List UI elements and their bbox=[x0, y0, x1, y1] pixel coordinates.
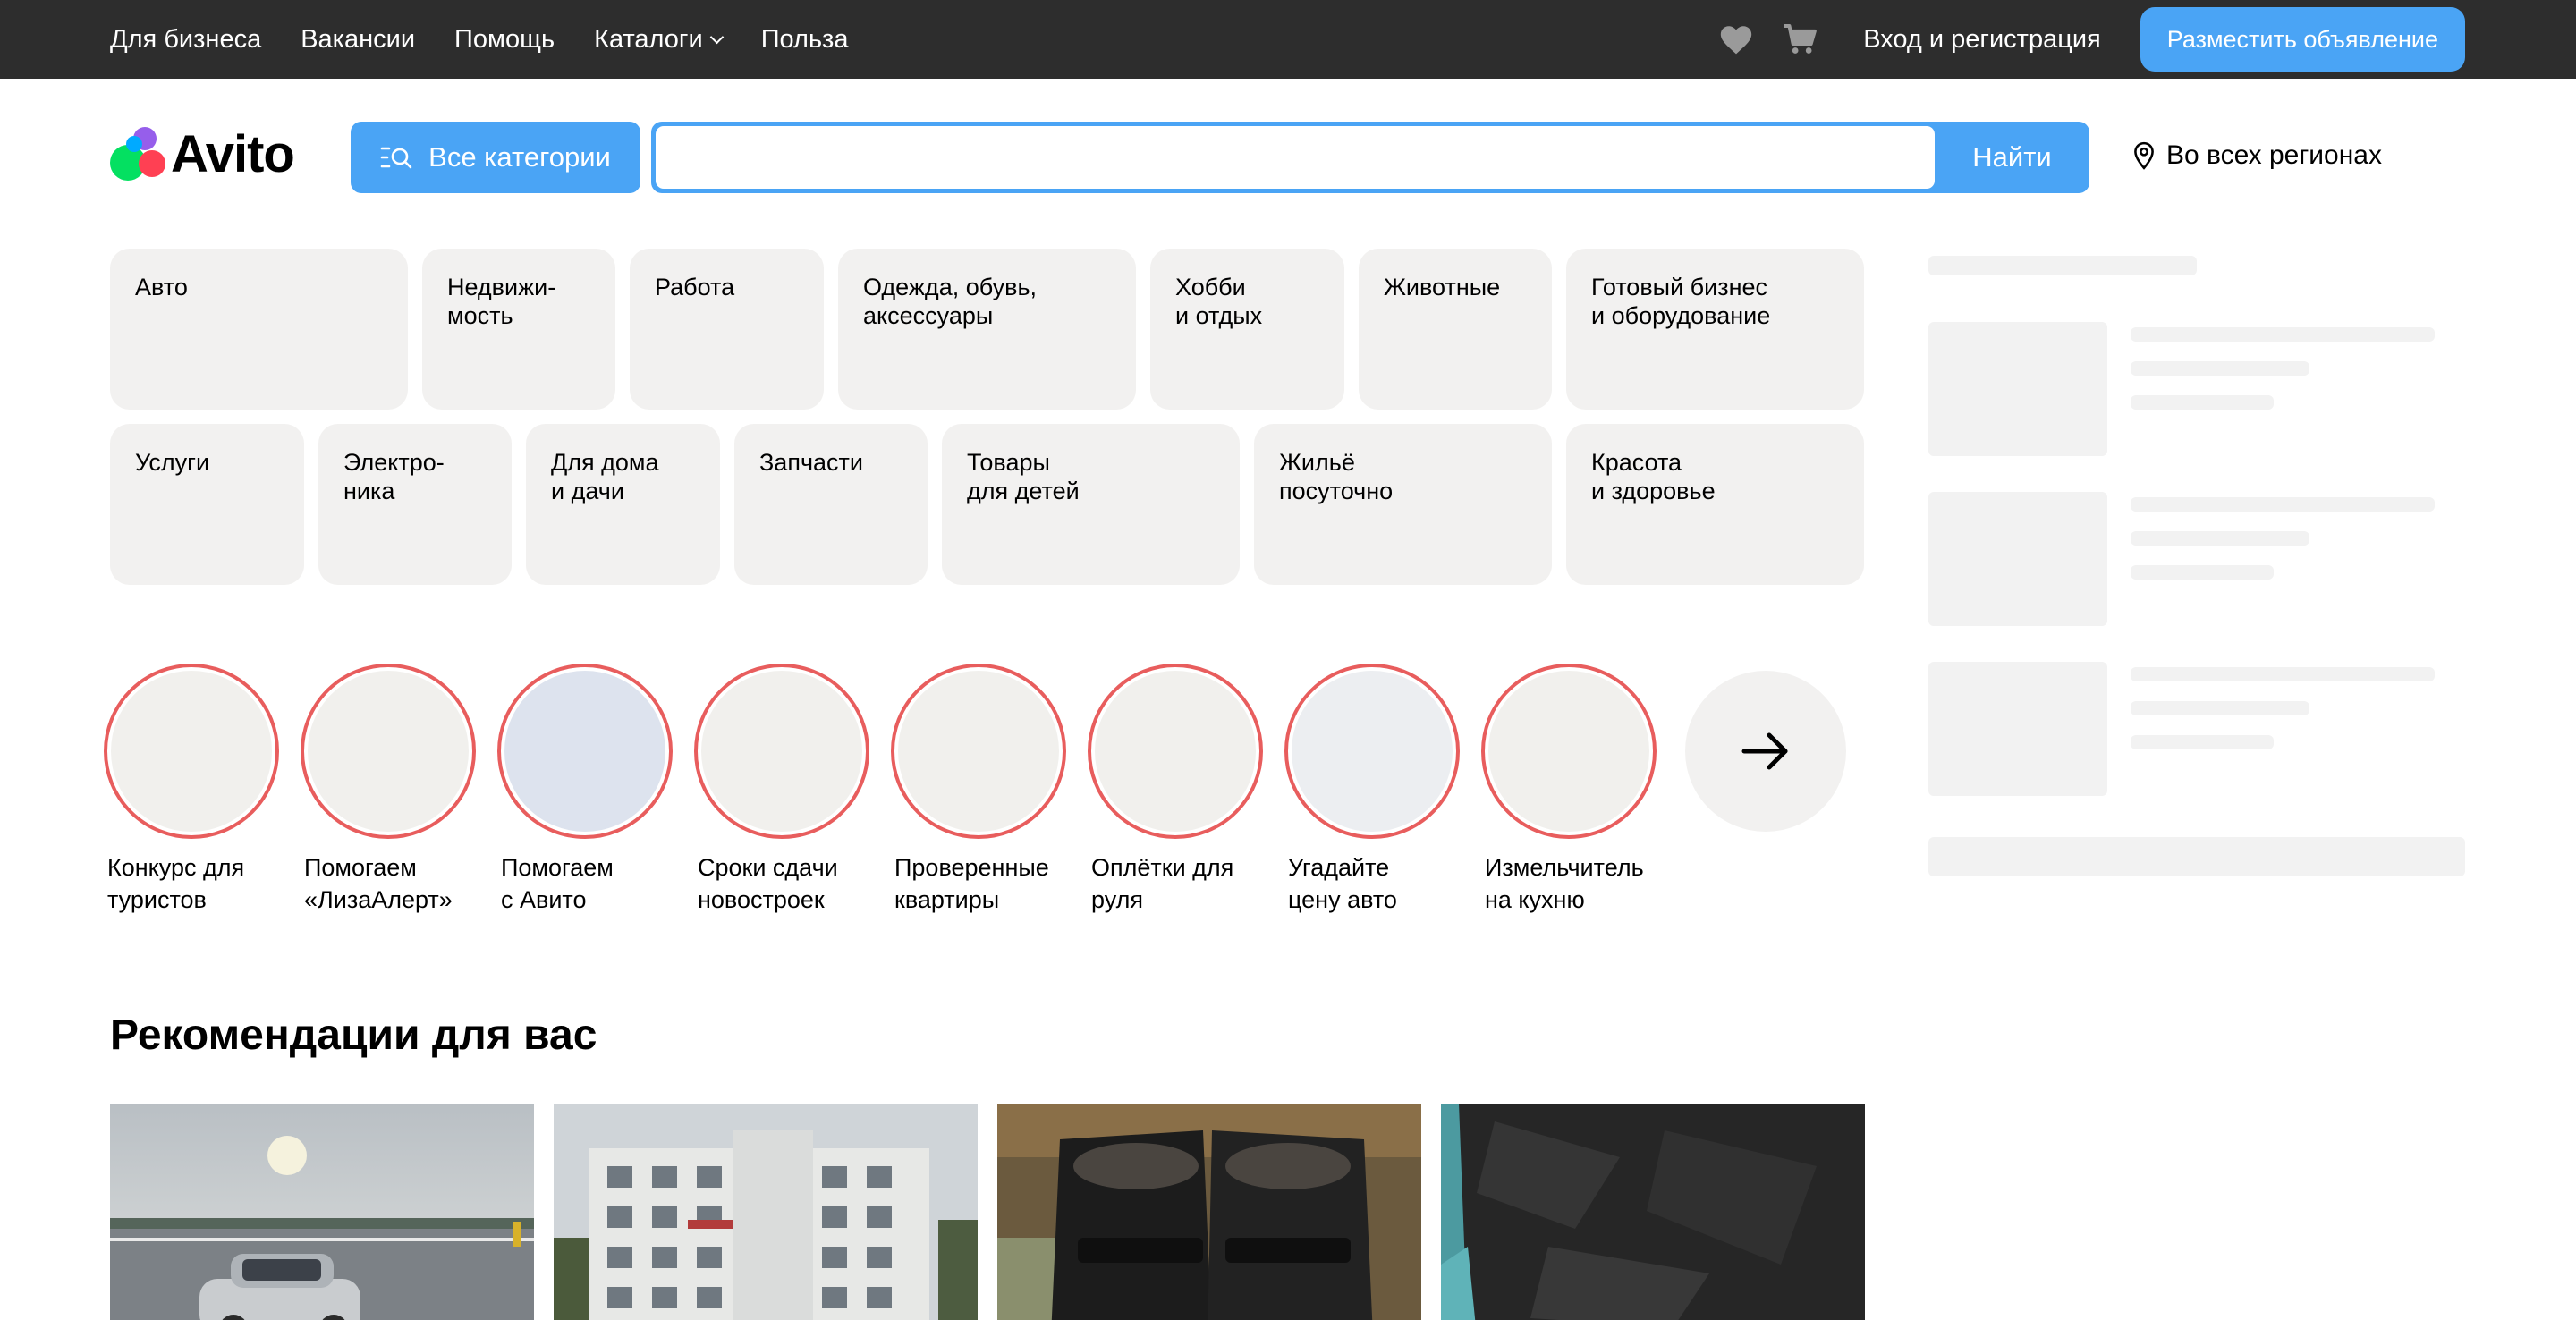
skeleton-line bbox=[2131, 531, 2309, 546]
story-item-help-avito[interactable]: Помогаем с Авито bbox=[497, 664, 676, 916]
category-tile-business[interactable]: Готовый бизнес и оборудование bbox=[1566, 249, 1864, 410]
story-thumbnail bbox=[1488, 671, 1649, 832]
skeleton-banner bbox=[1928, 837, 2465, 876]
story-thumbnail bbox=[308, 671, 469, 832]
skeleton-line bbox=[2131, 395, 2274, 410]
product-image-shoes bbox=[997, 1104, 1421, 1320]
search-bar: Найти bbox=[651, 122, 2089, 193]
nav-link-business[interactable]: Для бизнеса bbox=[110, 25, 261, 55]
top-bar: Для бизнеса Вакансии Помощь Каталоги Пол… bbox=[0, 0, 2576, 79]
nav-link-vacancies[interactable]: Вакансии bbox=[301, 25, 415, 55]
skeleton-line bbox=[2131, 497, 2435, 512]
category-tile-daily-rent[interactable]: Жильё посуточно bbox=[1254, 424, 1552, 585]
skeleton-line bbox=[2131, 735, 2274, 749]
nav-link-catalogs[interactable]: Каталоги bbox=[594, 25, 724, 55]
story-ring bbox=[891, 664, 1066, 839]
stories-next-button[interactable] bbox=[1685, 671, 1846, 832]
product-image-black-bag bbox=[1441, 1104, 1865, 1320]
skeleton-line bbox=[2131, 327, 2435, 342]
category-tile-beauty[interactable]: Красота и здоровье bbox=[1566, 424, 1864, 585]
login-link[interactable]: Вход и регистрация bbox=[1863, 25, 2101, 55]
all-categories-button[interactable]: Все категории bbox=[351, 122, 640, 193]
avito-logo[interactable]: Avito bbox=[110, 124, 295, 183]
story-item-tourists[interactable]: Конкурс для туристов bbox=[104, 664, 283, 916]
search-input[interactable] bbox=[656, 126, 1935, 189]
story-thumbnail bbox=[1095, 671, 1256, 832]
category-tile-home[interactable]: Для дома и дачи bbox=[526, 424, 720, 585]
story-ring bbox=[1284, 664, 1460, 839]
story-thumbnail bbox=[701, 671, 862, 832]
category-tile-jobs[interactable]: Работа bbox=[630, 249, 824, 410]
nav-link-help[interactable]: Помощь bbox=[454, 25, 555, 55]
product-image-car bbox=[110, 1104, 534, 1320]
skeleton-title bbox=[1928, 256, 2197, 275]
story-ring bbox=[1481, 664, 1657, 839]
category-tile-kids[interactable]: Товары для детей bbox=[942, 424, 1240, 585]
category-tile-clothing[interactable]: Одежда, обувь, аксессуары bbox=[838, 249, 1136, 410]
top-right-actions: Вход и регистрация Разместить объявление bbox=[1716, 0, 2465, 79]
story-item-lizaalert[interactable]: Помогаем «ЛизаАлерт» bbox=[301, 664, 479, 916]
story-thumbnail bbox=[1292, 671, 1453, 832]
top-nav: Для бизнеса Вакансии Помощь Каталоги Пол… bbox=[110, 0, 887, 79]
skeleton-line bbox=[2131, 667, 2435, 681]
skeleton-line bbox=[2131, 701, 2309, 715]
category-tile-auto[interactable]: Авто bbox=[110, 249, 408, 410]
skeleton-line bbox=[2131, 361, 2309, 376]
nav-link-benefit[interactable]: Польза bbox=[761, 25, 849, 55]
search-button[interactable]: Найти bbox=[1935, 122, 2089, 193]
logo-text: Avito bbox=[171, 124, 295, 183]
story-item-guess-price[interactable]: Угадайте цену авто bbox=[1284, 664, 1463, 916]
category-tile-animals[interactable]: Животные bbox=[1359, 249, 1552, 410]
skeleton-thumbnail bbox=[1928, 492, 2107, 626]
arrow-right-icon bbox=[1741, 732, 1788, 770]
logo-dots-icon bbox=[110, 125, 167, 182]
product-card-car[interactable] bbox=[110, 1104, 534, 1320]
category-tile-parts[interactable]: Запчасти bbox=[734, 424, 928, 585]
story-ring bbox=[694, 664, 869, 839]
story-item-verified-flats[interactable]: Проверенные квартиры bbox=[891, 664, 1070, 916]
categories-search-icon bbox=[380, 147, 412, 169]
cart-icon[interactable] bbox=[1781, 20, 1820, 59]
recommendations-title: Рекомендации для вас bbox=[110, 1011, 597, 1059]
story-item-new-buildings[interactable]: Сроки сдачи новостроек bbox=[694, 664, 873, 916]
category-tile-services[interactable]: Услуги bbox=[110, 424, 304, 585]
product-card-bag[interactable] bbox=[1441, 1104, 1865, 1320]
location-pin-icon bbox=[2134, 141, 2154, 170]
product-image-apartment-building bbox=[554, 1104, 978, 1320]
story-thumbnail bbox=[504, 671, 665, 832]
skeleton-thumbnail bbox=[1928, 322, 2107, 456]
skeleton-line bbox=[2131, 565, 2274, 580]
story-item-wheel-covers[interactable]: Оплётки для руля bbox=[1088, 664, 1267, 916]
product-card-apartment[interactable] bbox=[554, 1104, 978, 1320]
skeleton-thumbnail bbox=[1928, 662, 2107, 796]
region-selector[interactable]: Во всех регионах bbox=[2132, 136, 2382, 175]
story-ring bbox=[301, 664, 476, 839]
category-tile-hobby[interactable]: Хобби и отдых bbox=[1150, 249, 1344, 410]
category-tile-electronics[interactable]: Электро- ника bbox=[318, 424, 512, 585]
story-ring bbox=[1088, 664, 1263, 839]
chevron-down-icon bbox=[709, 30, 724, 44]
post-ad-button[interactable]: Разместить объявление bbox=[2140, 7, 2465, 72]
story-thumbnail bbox=[898, 671, 1059, 832]
story-thumbnail bbox=[111, 671, 272, 832]
story-ring bbox=[104, 664, 279, 839]
heart-icon[interactable] bbox=[1716, 20, 1756, 59]
category-tile-realty[interactable]: Недвижи- мость bbox=[422, 249, 615, 410]
story-item-chopper[interactable]: Измельчитель на кухню bbox=[1481, 664, 1660, 916]
story-ring bbox=[497, 664, 673, 839]
product-card-shoes[interactable] bbox=[997, 1104, 1421, 1320]
